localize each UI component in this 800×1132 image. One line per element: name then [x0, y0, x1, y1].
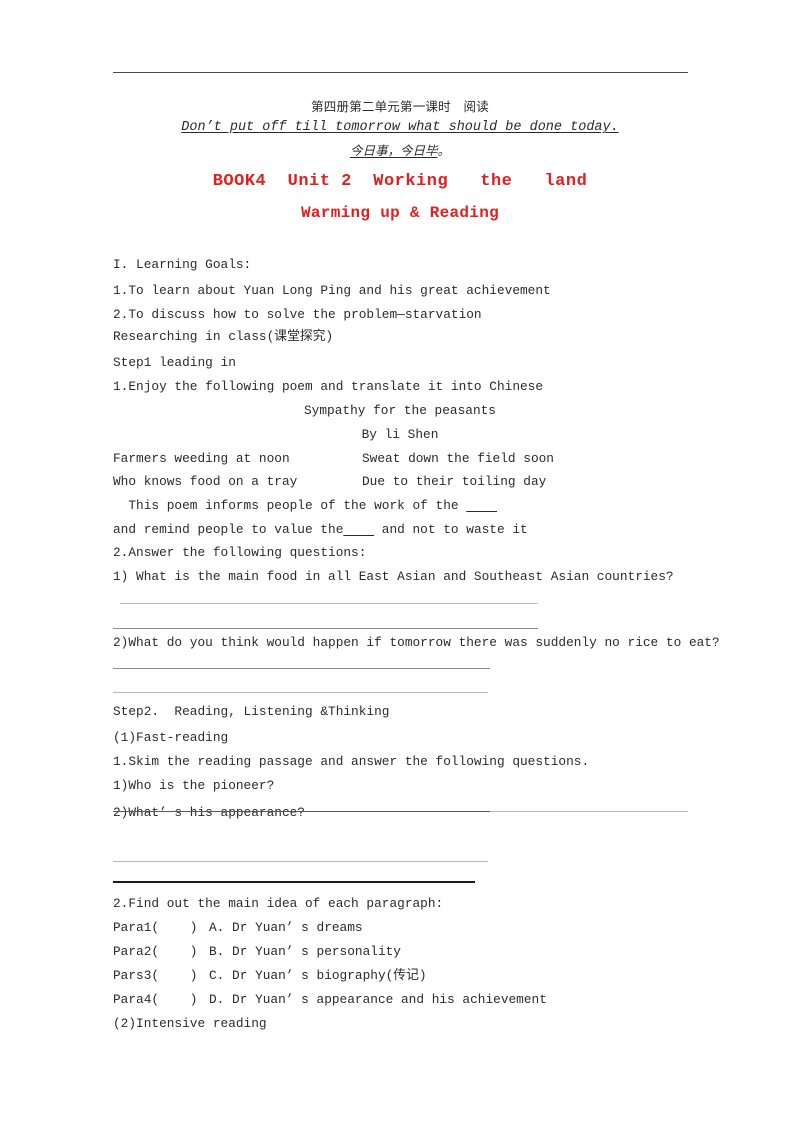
intensive-reading-heading: (2)Intensive reading — [113, 1016, 267, 1031]
question-3: 1)Who is the pioneer? — [113, 778, 275, 793]
matching-row-1-option: A. Dr Yuan’ s dreams — [209, 920, 363, 935]
matching-row-4-option: D. Dr Yuan’ s appearance and his achieve… — [209, 992, 547, 1007]
matching-row-2-option: B. Dr Yuan’ s personality — [209, 944, 401, 959]
answer-line-q4-a[interactable] — [113, 861, 488, 862]
learning-goal-1: 1.To learn about Yuan Long Ping and his … — [113, 283, 551, 298]
fast-reading-heading: (1)Fast-reading — [113, 730, 229, 745]
poem-fill-2-blank[interactable] — [343, 522, 374, 537]
answer-line-q4-b[interactable] — [113, 881, 475, 883]
quote-english-text: Don’t put off till tomorrow what should … — [181, 120, 619, 135]
poem-fill-1-blank[interactable] — [466, 498, 497, 513]
matching-row-4-para[interactable]: Para4( ) — [113, 993, 197, 1007]
answer-line-q1-b[interactable] — [113, 628, 538, 629]
poem-fill-1-prefix: This poem informs people of the work of … — [113, 498, 467, 513]
page-subtitle: Warming up & Reading — [300, 204, 500, 222]
answer-line-q1-a[interactable] — [120, 603, 538, 604]
quote-english: Don’t put off till tomorrow what should … — [0, 120, 800, 135]
quote-chinese-underlined: 今日事，今日毕 — [349, 143, 438, 158]
poem-fill-2-suffix: and not to waste it — [374, 522, 528, 537]
quote-chinese: 今日事，今日毕。 — [0, 140, 800, 159]
question-1: 1) What is the main food in all East Asi… — [113, 569, 674, 584]
answer-line-q3-light[interactable] — [490, 811, 688, 812]
poem-line-2-left: Who knows food on a tray — [113, 474, 298, 489]
poem-fill-in-line-2: and remind people to value the and not t… — [113, 523, 528, 537]
poem-title: Sympathy for the peasants — [304, 403, 496, 418]
step1-item-1: 1.Enjoy the following poem and translate… — [113, 379, 544, 394]
poem-line-1-right: Sweat down the field soon — [362, 451, 554, 466]
question-4: 2)What’ s his appearance? — [113, 805, 305, 820]
answer-line-q2-a[interactable] — [113, 668, 490, 669]
step1-heading: Step1 leading in — [113, 355, 236, 370]
learning-goal-2: 2.To discuss how to solve the problem—st… — [113, 307, 482, 322]
poem-line-2-right: Due to their toiling day — [362, 474, 547, 489]
poem-fill-2-prefix: and remind people to value the — [113, 522, 344, 537]
learning-goals-heading: I. Learning Goals: — [113, 257, 252, 272]
matching-row-3-option: C. Dr Yuan’ s biography(传记) — [209, 968, 427, 983]
answer-line-q2-b[interactable] — [113, 692, 488, 693]
poem-fill-in-line-1: This poem informs people of the work of … — [113, 499, 497, 513]
matching-row-1-para[interactable]: Para1( ) — [113, 921, 197, 935]
matching-row-3-para[interactable]: Pars3( ) — [113, 969, 197, 983]
quote-chinese-period: 。 — [437, 143, 451, 158]
document-header-chinese: 第四册第二单元第一课时 阅读 — [311, 99, 489, 114]
step2-heading: Step2. Reading, Listening &Thinking — [113, 704, 390, 719]
matching-row-2-para[interactable]: Para2( ) — [113, 945, 197, 959]
answer-line-q3-dark[interactable] — [113, 811, 490, 812]
poem-author: By li Shen — [361, 427, 439, 442]
skim-instruction: 1.Skim the reading passage and answer th… — [113, 754, 590, 769]
poem-line-1-left: Farmers weeding at noon — [113, 451, 290, 466]
researching-in-class: Researching in class(课堂探究) — [113, 329, 334, 344]
question-2: 2)What do you think would happen if tomo… — [113, 635, 720, 650]
page-title: BOOK4 Unit 2 Working the land — [212, 172, 588, 191]
step1-item-2: 2.Answer the following questions: — [113, 545, 367, 560]
header-divider-rule — [113, 72, 688, 73]
main-idea-heading: 2.Find out the main idea of each paragra… — [113, 896, 444, 911]
worksheet-page: 第四册第二单元第一课时 阅读 Don’t put off till tomorr… — [0, 0, 800, 1132]
